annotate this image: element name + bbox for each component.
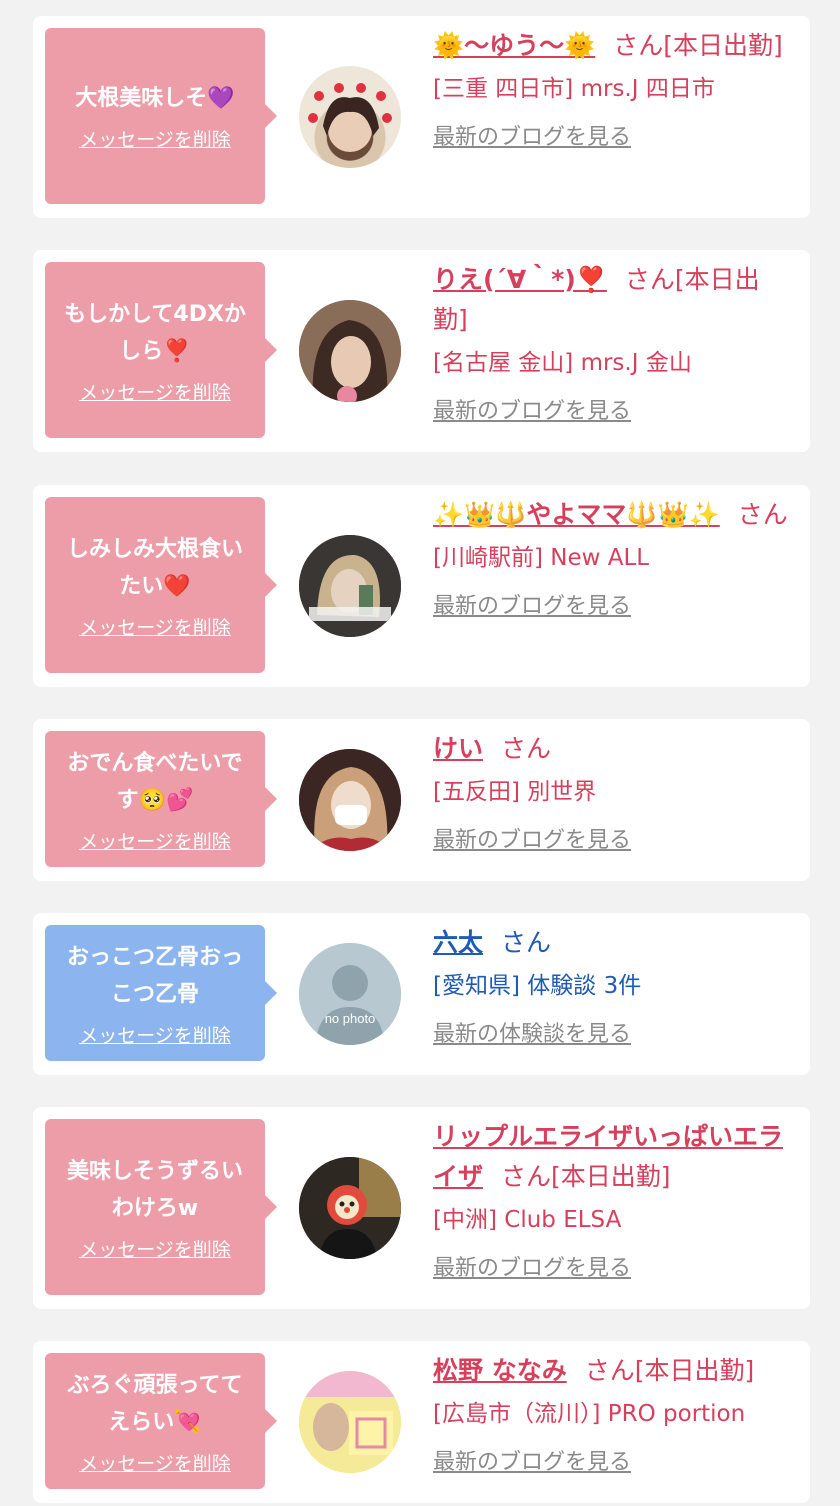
message-card: 大根美味しそ💜 メッセージを削除 🌞〜ゆう〜🌞 さん[本日出勤] [三重 四日市]… bbox=[33, 16, 810, 218]
avatar-image bbox=[299, 749, 401, 851]
avatar-image bbox=[299, 1157, 401, 1259]
sender-line: ✨👑🔱やよママ🔱👑✨ さん bbox=[433, 495, 792, 535]
sender-location: [五反田] 別世界 bbox=[433, 779, 597, 805]
delete-message-link[interactable]: メッセージを削除 bbox=[79, 1021, 231, 1048]
message-text: 美味しそうずるいわけろw bbox=[66, 1158, 243, 1221]
avatar-image bbox=[299, 1371, 401, 1473]
sender-info: 🌞〜ゆう〜🌞 さん[本日出勤] [三重 四日市] mrs.J 四日市 最新のブログ… bbox=[433, 26, 792, 158]
sender-status: さん[本日出勤] bbox=[584, 1356, 755, 1385]
sender-name-link[interactable]: 🌞〜ゆう〜🌞 bbox=[433, 31, 595, 60]
message-card: もしかして4DXかしら❣️ メッセージを削除 りえ(´∀｀*)❣️ さん[本日出勤… bbox=[33, 250, 810, 452]
sender-line: 松野 ななみ さん[本日出勤] bbox=[433, 1351, 792, 1391]
message-text: しみしみ大根食いたい❤️ bbox=[66, 536, 243, 599]
sender-line: 六太 さん bbox=[433, 923, 792, 963]
message-card: しみしみ大根食いたい❤️ メッセージを削除 ✨👑🔱やよママ🔱👑✨ さん [川崎駅前… bbox=[33, 485, 810, 687]
latest-blog-link[interactable]: 最新のブログを見る bbox=[433, 821, 631, 861]
sender-location: [中洲] Club ELSA bbox=[433, 1207, 622, 1233]
sender-name-link[interactable]: ✨👑🔱やよママ🔱👑✨ bbox=[433, 500, 720, 529]
message-text: 大根美味しそ💜 bbox=[75, 86, 235, 111]
sender-name-link[interactable]: りえ(´∀｀*)❣️ bbox=[433, 265, 607, 294]
delete-message-link[interactable]: メッセージを削除 bbox=[79, 827, 231, 854]
message-text: ぶろぐ頑張っててえらい💘 bbox=[67, 1372, 243, 1435]
sender-name-link[interactable]: けい bbox=[433, 734, 483, 763]
avatar-image bbox=[299, 535, 401, 637]
sender-location: [名古屋 金山] mrs.J 金山 bbox=[433, 350, 692, 376]
sender-info: りえ(´∀｀*)❣️ さん[本日出勤] [名古屋 金山] mrs.J 金山 最新の… bbox=[433, 260, 792, 432]
message-bubble: 美味しそうずるいわけろw メッセージを削除 bbox=[45, 1119, 277, 1295]
avatar[interactable] bbox=[299, 66, 401, 168]
avatar-image bbox=[308, 83, 392, 152]
avatar-image bbox=[299, 300, 401, 402]
sender-info: ✨👑🔱やよママ🔱👑✨ さん [川崎駅前] New ALL 最新のブログを見る bbox=[433, 495, 792, 627]
sender-status: さん bbox=[501, 928, 552, 957]
sender-status: さん bbox=[501, 734, 552, 763]
message-card: おでん食べたいです🥺💕 メッセージを削除 けい さん [五反田] 別世界 最新のブ… bbox=[33, 719, 810, 881]
sender-name-link[interactable]: 松野 ななみ bbox=[433, 1356, 567, 1385]
message-bubble: 大根美味しそ💜 メッセージを削除 bbox=[45, 28, 277, 204]
message-bubble: もしかして4DXかしら❣️ メッセージを削除 bbox=[45, 262, 277, 438]
message-bubble: おっこつ乙骨おっこつ乙骨 メッセージを削除 bbox=[45, 925, 277, 1061]
latest-blog-link[interactable]: 最新のブログを見る bbox=[433, 1443, 631, 1483]
latest-blog-link[interactable]: 最新のブログを見る bbox=[433, 1249, 631, 1289]
delete-message-link[interactable]: メッセージを削除 bbox=[79, 613, 231, 640]
message-bubble: おでん食べたいです🥺💕 メッセージを削除 bbox=[45, 731, 277, 867]
message-card: 美味しそうずるいわけろw メッセージを削除 リップルエライザいっぱいエライザ さん… bbox=[33, 1107, 810, 1309]
sender-line: けい さん bbox=[433, 729, 792, 769]
sender-location: [三重 四日市] mrs.J 四日市 bbox=[433, 76, 715, 102]
sender-location: [川崎駅前] New ALL bbox=[433, 545, 650, 571]
avatar-placeholder-text: no photo bbox=[325, 1011, 376, 1026]
avatar-image: no photo bbox=[299, 943, 401, 1045]
avatar[interactable] bbox=[299, 1371, 401, 1473]
message-list: 大根美味しそ💜 メッセージを削除 🌞〜ゆう〜🌞 さん[本日出勤] [三重 四日市]… bbox=[0, 0, 840, 1506]
sender-info: リップルエライザいっぱいエライザ さん[本日出勤] [中洲] Club ELSA … bbox=[433, 1117, 792, 1289]
delete-message-link[interactable]: メッセージを削除 bbox=[79, 378, 231, 405]
latest-blog-link[interactable]: 最新のブログを見る bbox=[433, 118, 631, 158]
avatar[interactable]: no photo bbox=[299, 943, 401, 1045]
message-bubble: しみしみ大根食いたい❤️ メッセージを削除 bbox=[45, 497, 277, 673]
delete-message-link[interactable]: メッセージを削除 bbox=[79, 125, 231, 152]
sender-line: リップルエライザいっぱいエライザ さん[本日出勤] bbox=[433, 1117, 792, 1197]
sender-name-link[interactable]: 六太 bbox=[433, 928, 483, 957]
latest-blog-link[interactable]: 最新のブログを見る bbox=[433, 392, 631, 432]
avatar[interactable] bbox=[299, 749, 401, 851]
sender-info: けい さん [五反田] 別世界 最新のブログを見る bbox=[433, 729, 792, 861]
sender-info: 六太 さん [愛知県] 体験談 3件 最新の体験談を見る bbox=[433, 923, 792, 1055]
sender-status: さん[本日出勤] bbox=[501, 1162, 671, 1191]
avatar[interactable] bbox=[299, 1157, 401, 1259]
avatar[interactable] bbox=[299, 535, 401, 637]
message-text: おっこつ乙骨おっこつ乙骨 bbox=[66, 944, 243, 1007]
avatar[interactable] bbox=[299, 300, 401, 402]
message-card: ぶろぐ頑張っててえらい💘 メッセージを削除 松野 ななみ さん[本日出勤] [広島… bbox=[33, 1341, 810, 1503]
sender-location: [愛知県] 体験談 3件 bbox=[433, 973, 642, 999]
message-text: もしかして4DXかしら❣️ bbox=[64, 301, 246, 364]
sender-line: 🌞〜ゆう〜🌞 さん[本日出勤] bbox=[433, 26, 792, 66]
message-text: おでん食べたいです🥺💕 bbox=[67, 750, 243, 813]
latest-blog-link[interactable]: 最新のブログを見る bbox=[433, 587, 631, 627]
sender-status: さん[本日出勤] bbox=[613, 31, 783, 60]
sender-info: 松野 ななみ さん[本日出勤] [広島市（流川）] PRO portion 最新の… bbox=[433, 1351, 792, 1483]
sender-status: さん bbox=[737, 500, 788, 529]
sender-location: [広島市（流川）] PRO portion bbox=[433, 1401, 746, 1427]
delete-message-link[interactable]: メッセージを削除 bbox=[79, 1235, 231, 1262]
latest-review-link[interactable]: 最新の体験談を見る bbox=[433, 1015, 631, 1055]
message-card: おっこつ乙骨おっこつ乙骨 メッセージを削除 no photo 六太 さん [愛知県… bbox=[33, 913, 810, 1075]
message-bubble: ぶろぐ頑張っててえらい💘 メッセージを削除 bbox=[45, 1353, 277, 1489]
delete-message-link[interactable]: メッセージを削除 bbox=[79, 1449, 231, 1476]
sender-line: りえ(´∀｀*)❣️ さん[本日出勤] bbox=[433, 260, 792, 340]
